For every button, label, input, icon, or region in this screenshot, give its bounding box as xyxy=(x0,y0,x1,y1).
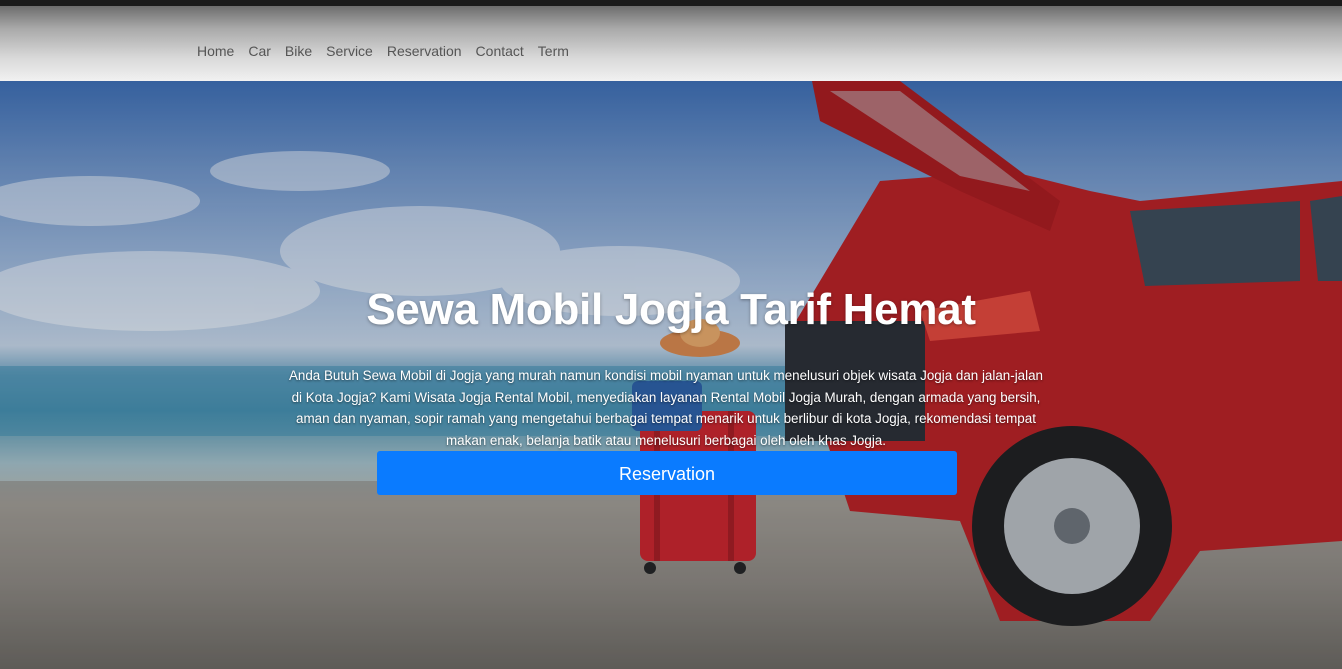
nav-item-contact[interactable]: Contact xyxy=(469,42,531,60)
navbar: Home Car Bike Service Reservation Contac… xyxy=(0,6,1342,81)
nav-item-home[interactable]: Home xyxy=(190,42,241,60)
main-nav: Home Car Bike Service Reservation Contac… xyxy=(190,42,576,60)
nav-item-bike[interactable]: Bike xyxy=(278,42,319,60)
hero-title: Sewa Mobil Jogja Tarif Hemat xyxy=(366,285,976,335)
reservation-button[interactable]: Reservation xyxy=(377,451,957,495)
nav-item-service[interactable]: Service xyxy=(319,42,380,60)
hero-section: Sewa Mobil Jogja Tarif Hemat Anda Butuh … xyxy=(0,81,1342,669)
nav-item-term[interactable]: Term xyxy=(531,42,576,60)
nav-item-reservation[interactable]: Reservation xyxy=(380,42,469,60)
nav-item-car[interactable]: Car xyxy=(241,42,278,60)
hero-description: Anda Butuh Sewa Mobil di Jogja yang mura… xyxy=(288,368,1044,448)
